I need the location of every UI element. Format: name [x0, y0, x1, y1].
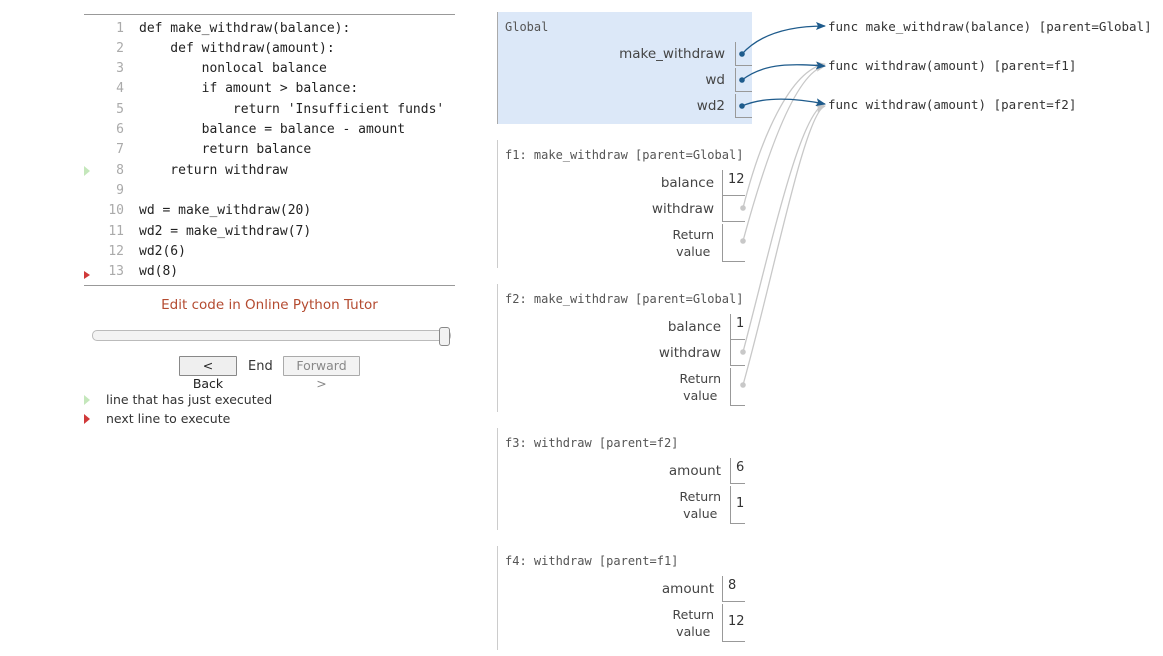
pointer-dot	[739, 77, 745, 83]
pointer-make-withdraw	[741, 22, 826, 55]
pointer-dot	[740, 205, 746, 211]
pointer-f1-return	[742, 63, 826, 242]
pointer-dot	[739, 103, 745, 109]
pointer-dot	[740, 382, 746, 388]
pointer-arrows	[739, 22, 826, 388]
pointer-f1-withdraw	[742, 61, 826, 209]
pointer-f2-return	[742, 104, 826, 386]
pointer-dot	[740, 349, 746, 355]
pointer-f2-withdraw	[742, 102, 826, 353]
pointer-dot	[739, 51, 745, 57]
pointer-dot	[740, 238, 746, 244]
